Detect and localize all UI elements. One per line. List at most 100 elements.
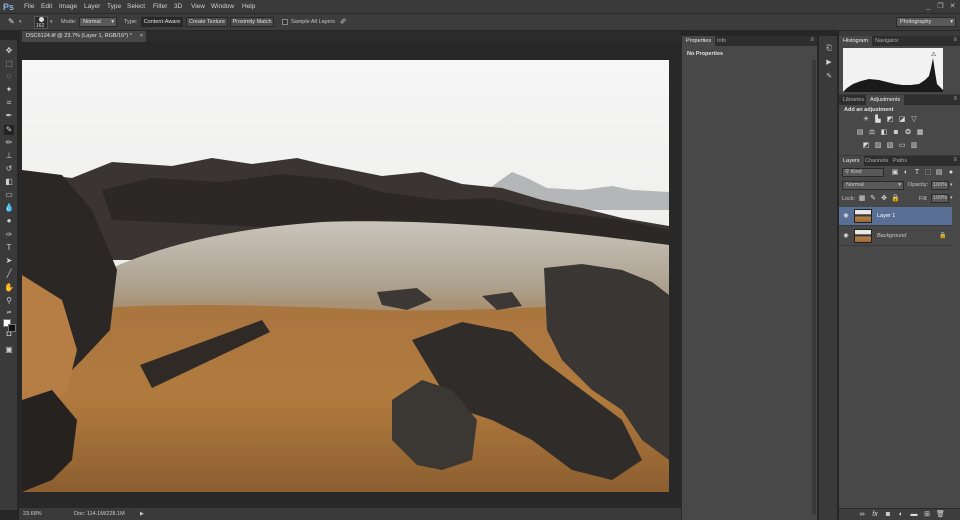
workspace-select[interactable]: Photography ▾ xyxy=(896,17,956,27)
layers-panel-menu-icon[interactable]: ≡ xyxy=(953,157,957,163)
properties-panel-menu-icon[interactable]: ≡ xyxy=(810,37,814,43)
move-tool-icon[interactable]: ✥ xyxy=(4,46,14,56)
menu-window[interactable]: Window xyxy=(211,2,234,12)
vibrance-icon[interactable]: ▽ xyxy=(910,116,918,124)
brush-tool-icon[interactable]: ✏ xyxy=(4,138,14,148)
history-panel-icon[interactable]: ⎗ xyxy=(824,44,834,54)
mode-select[interactable]: Normal ▾ xyxy=(79,17,117,27)
background-color-swatch[interactable] xyxy=(8,324,16,332)
document-tab[interactable]: DSC6124.tif @ 23.7% (Layer 1, RGB/16*) *… xyxy=(22,31,146,42)
menu-image[interactable]: Image xyxy=(59,2,77,12)
color-balance-icon[interactable]: ⚖ xyxy=(868,129,876,137)
filter-pixel-icon[interactable]: ▣ xyxy=(891,169,899,177)
opacity-input[interactable]: 100% xyxy=(931,181,949,190)
filter-adjustment-icon[interactable]: ◐ xyxy=(902,169,910,177)
photo-filter-icon[interactable]: ◙ xyxy=(892,129,900,137)
close-icon[interactable]: ✕ xyxy=(948,2,957,11)
hand-tool-icon[interactable]: ✋ xyxy=(4,283,14,293)
menu-file[interactable]: File xyxy=(24,2,34,12)
lock-pixels-icon[interactable]: ✎ xyxy=(869,195,877,203)
brush-presets-icon[interactable]: ✎ xyxy=(824,72,834,82)
invert-icon[interactable]: ◩ xyxy=(862,142,870,150)
content-aware-button[interactable]: Content-Aware xyxy=(141,17,183,27)
tab-channels[interactable]: Channels xyxy=(861,156,892,166)
properties-scrollbar[interactable] xyxy=(812,60,816,515)
zoom-tool-icon[interactable]: ⚲ xyxy=(4,296,14,306)
blur-tool-icon[interactable]: 💧 xyxy=(4,203,14,213)
exposure-icon[interactable]: ◪ xyxy=(898,116,906,124)
black-white-icon[interactable]: ◧ xyxy=(880,129,888,137)
selective-color-icon[interactable]: ▥ xyxy=(910,142,918,150)
channel-mixer-icon[interactable]: ❂ xyxy=(904,129,912,137)
posterize-icon[interactable]: ▨ xyxy=(874,142,882,150)
new-layer-icon[interactable]: ⊞ xyxy=(923,511,931,519)
line-tool-icon[interactable]: ╱ xyxy=(4,269,14,279)
menu-help[interactable]: Help xyxy=(242,2,255,12)
actions-panel-icon[interactable]: ▶ xyxy=(824,58,834,68)
new-adjustment-layer-icon[interactable]: ◐ xyxy=(897,511,905,519)
layer-style-icon[interactable]: fx xyxy=(871,511,879,519)
filter-type-icon[interactable]: T xyxy=(913,169,921,177)
menu-3d[interactable]: 3D xyxy=(174,2,182,12)
gradient-tool-icon[interactable]: ▭ xyxy=(4,190,14,200)
brightness-contrast-icon[interactable]: ☀ xyxy=(862,116,870,124)
clone-stamp-tool-icon[interactable]: ⊥ xyxy=(4,151,14,161)
document-image[interactable] xyxy=(22,60,669,492)
lock-position-icon[interactable]: ✥ xyxy=(880,195,888,203)
path-selection-tool-icon[interactable]: ➤ xyxy=(4,256,14,266)
brush-size-picker[interactable]: 162 xyxy=(34,16,48,29)
menu-type[interactable]: Type xyxy=(107,2,121,12)
pressure-size-icon[interactable]: ✐ xyxy=(340,17,350,27)
delete-layer-icon[interactable]: 🗑 xyxy=(936,511,945,519)
history-brush-tool-icon[interactable]: ↺ xyxy=(4,164,14,174)
link-layers-icon[interactable]: ∞ xyxy=(858,511,866,519)
tab-histogram[interactable]: Histogram xyxy=(839,36,873,46)
zoom-level[interactable]: 23.68% xyxy=(23,508,42,520)
spot-healing-brush-icon[interactable]: ✎ xyxy=(8,17,18,27)
menu-select[interactable]: Select xyxy=(127,2,145,12)
histogram-panel-menu-icon[interactable]: ≡ xyxy=(953,37,957,43)
layer-row[interactable]: ◉ Layer 1 xyxy=(839,207,952,226)
lasso-tool-icon[interactable]: ◌ xyxy=(4,72,14,82)
levels-icon[interactable]: ▙ xyxy=(874,116,882,124)
type-tool-icon[interactable]: T xyxy=(4,243,14,253)
proximity-match-button[interactable]: Proximity Match xyxy=(230,17,274,27)
histogram-warning-icon[interactable]: ⚠ xyxy=(931,51,936,58)
new-group-icon[interactable]: ▬ xyxy=(910,511,918,519)
tab-navigator[interactable]: Navigator xyxy=(871,36,903,46)
hue-saturation-icon[interactable]: ▤ xyxy=(856,129,864,137)
eyedropper-tool-icon[interactable]: ✒ xyxy=(4,111,14,121)
layer-lock-icon[interactable]: 🔒 xyxy=(939,232,946,239)
filter-shape-icon[interactable]: ⬚ xyxy=(924,169,932,177)
visibility-eye-icon[interactable]: ◉ xyxy=(842,232,850,240)
dodge-tool-icon[interactable]: ● xyxy=(4,216,14,226)
visibility-eye-icon[interactable]: ◉ xyxy=(842,212,850,220)
swap-colors-icon[interactable]: ⇄ xyxy=(4,308,14,318)
fill-chevron-icon[interactable]: ▾ xyxy=(950,195,953,201)
spot-healing-tool-icon[interactable]: ✎ xyxy=(4,125,14,135)
screen-mode-icon[interactable]: ▣ xyxy=(4,345,14,355)
opacity-chevron-icon[interactable]: ▾ xyxy=(950,182,953,188)
filter-toggle-icon[interactable]: ● xyxy=(947,169,955,177)
quick-selection-tool-icon[interactable]: ✦ xyxy=(4,85,14,95)
marquee-tool-icon[interactable]: ⬚ xyxy=(4,59,14,69)
layer-filter-select[interactable]: ⚲ Kind xyxy=(842,168,884,177)
filter-smart-object-icon[interactable]: ▤ xyxy=(935,169,943,177)
menu-filter[interactable]: Filter xyxy=(153,2,167,12)
crop-tool-icon[interactable]: ⌗ xyxy=(4,98,14,108)
adjustments-panel-menu-icon[interactable]: ≡ xyxy=(953,96,957,102)
menu-edit[interactable]: Edit xyxy=(41,2,52,12)
tab-paths[interactable]: Paths xyxy=(889,156,911,166)
add-mask-icon[interactable]: ◙ xyxy=(884,511,892,519)
gradient-map-icon[interactable]: ▭ xyxy=(898,142,906,150)
color-lookup-icon[interactable]: ▦ xyxy=(916,129,924,137)
lock-all-icon[interactable]: 🔒 xyxy=(891,195,900,203)
menu-layer[interactable]: Layer xyxy=(84,2,100,12)
lock-transparent-icon[interactable]: ▦ xyxy=(858,195,866,203)
fill-input[interactable]: 100% xyxy=(931,194,949,203)
create-texture-button[interactable]: Create Texture xyxy=(186,17,228,27)
blend-mode-select[interactable]: Normal ▾ xyxy=(842,181,904,190)
minimize-icon[interactable]: _ xyxy=(924,2,933,11)
eraser-tool-icon[interactable]: ◧ xyxy=(4,177,14,187)
curves-icon[interactable]: ◩ xyxy=(886,116,894,124)
